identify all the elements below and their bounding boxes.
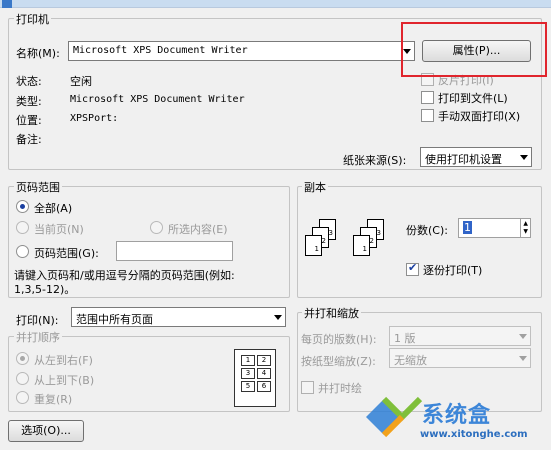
combine-print-label: 并打时绘 <box>318 382 362 395</box>
page-range-radio[interactable] <box>16 245 29 258</box>
repeat-label: 重复(R) <box>34 393 73 406</box>
printer-name-value: Microsoft XPS Document Writer <box>73 45 248 56</box>
paper-source-label: 纸张来源(S): <box>343 154 407 167</box>
spinner-up-icon[interactable]: ▲ <box>523 220 528 227</box>
top-to-bottom-label: 从上到下(B) <box>34 374 95 387</box>
left-to-right-label: 从左到右(F) <box>34 354 93 367</box>
paper-source-select[interactable]: 使用打印机设置 <box>420 147 532 167</box>
selection-label: 所选内容(E) <box>168 223 228 236</box>
status-value: 空闲 <box>70 75 92 88</box>
paper-source-value: 使用打印机设置 <box>425 153 502 166</box>
scale-value: 无缩放 <box>394 354 427 367</box>
manual-duplex-label: 手动双面打印(X) <box>438 110 521 123</box>
type-value: Microsoft XPS Document Writer <box>70 94 245 105</box>
chevron-down-icon <box>519 356 527 361</box>
page-order-preview: 1 2 3 4 5 6 <box>234 349 276 407</box>
spinner-down-icon[interactable]: ▼ <box>523 228 528 235</box>
comment-label: 备注: <box>16 133 42 146</box>
collate-label: 逐份打印(T) <box>423 264 483 277</box>
app-icon <box>2 0 12 8</box>
title-bar <box>0 0 551 8</box>
pages-per-sheet-value: 1 版 <box>394 332 416 345</box>
current-page-radio[interactable] <box>16 221 29 234</box>
order-cell: 5 <box>241 381 255 392</box>
copies-count-label: 份数(C): <box>406 224 448 237</box>
combine-print-checkbox[interactable] <box>301 381 314 394</box>
scale-label: 按纸型缩放(Z): <box>301 355 376 368</box>
repeat-radio[interactable] <box>16 391 29 404</box>
printer-name-select[interactable]: Microsoft XPS Document Writer <box>68 41 415 61</box>
page-range-hint-line2: 1,3,5-12)。 <box>14 283 76 296</box>
current-page-label: 当前页(N) <box>34 223 84 236</box>
copies-group-label: 副本 <box>302 179 328 195</box>
print-what-value: 范围中所有页面 <box>76 313 153 326</box>
all-pages-label: 全部(A) <box>34 202 73 215</box>
printer-group-label: 打印机 <box>14 11 51 27</box>
location-label: 位置: <box>16 114 42 127</box>
print-order-group-label: 并打顺序 <box>14 329 62 345</box>
options-button[interactable]: 选项(O)... <box>8 420 84 442</box>
page-range-input[interactable] <box>116 241 233 261</box>
type-label: 类型: <box>16 95 42 108</box>
selection-radio[interactable] <box>150 221 163 234</box>
print-to-file-checkbox[interactable] <box>421 91 434 104</box>
page-icon: 1 <box>305 235 322 256</box>
print-what-select[interactable]: 范围中所有页面 <box>71 307 286 327</box>
left-to-right-radio[interactable] <box>16 352 29 365</box>
order-cell: 6 <box>257 381 271 392</box>
watermark: 系统盒 www.xitonghe.com <box>362 387 547 447</box>
watermark-brand: 系统盒 <box>422 403 492 428</box>
print-to-file-label: 打印到文件(L) <box>438 92 508 105</box>
order-cell: 4 <box>257 368 271 379</box>
location-value: XPSPort: <box>70 113 119 124</box>
order-cell: 2 <box>257 355 271 366</box>
copies-count-field[interactable]: 1 ▲ ▼ <box>458 218 531 238</box>
watermark-logo-icon <box>366 396 423 438</box>
chevron-down-icon <box>274 315 282 320</box>
page-icon: 1 <box>353 235 370 256</box>
print-what-label: 打印(N): <box>16 314 59 327</box>
pages-per-sheet-select[interactable]: 1 版 <box>389 326 531 346</box>
chevron-down-icon <box>519 334 527 339</box>
top-to-bottom-radio[interactable] <box>16 372 29 385</box>
copies-count-value: 1 <box>463 221 472 234</box>
collate-illustration: 3 2 1 3 2 1 <box>305 219 395 271</box>
scale-select[interactable]: 无缩放 <box>389 348 531 368</box>
printer-name-label: 名称(M): <box>16 47 60 60</box>
all-pages-radio[interactable] <box>16 200 29 213</box>
collate-checkbox[interactable] <box>406 261 419 276</box>
pages-per-sheet-label: 每页的版数(H): <box>301 333 377 346</box>
page-range-group-label: 页码范围 <box>14 179 62 195</box>
chevron-down-icon <box>520 155 528 160</box>
order-cell: 1 <box>241 355 255 366</box>
highlight-box <box>401 22 547 77</box>
page-range-label: 页码范围(G): <box>34 247 99 260</box>
status-label: 状态: <box>16 75 42 88</box>
zoom-group-label: 并打和缩放 <box>302 305 361 321</box>
manual-duplex-checkbox[interactable] <box>421 109 434 122</box>
order-cell: 3 <box>241 368 255 379</box>
watermark-url: www.xitonghe.com <box>420 429 528 440</box>
